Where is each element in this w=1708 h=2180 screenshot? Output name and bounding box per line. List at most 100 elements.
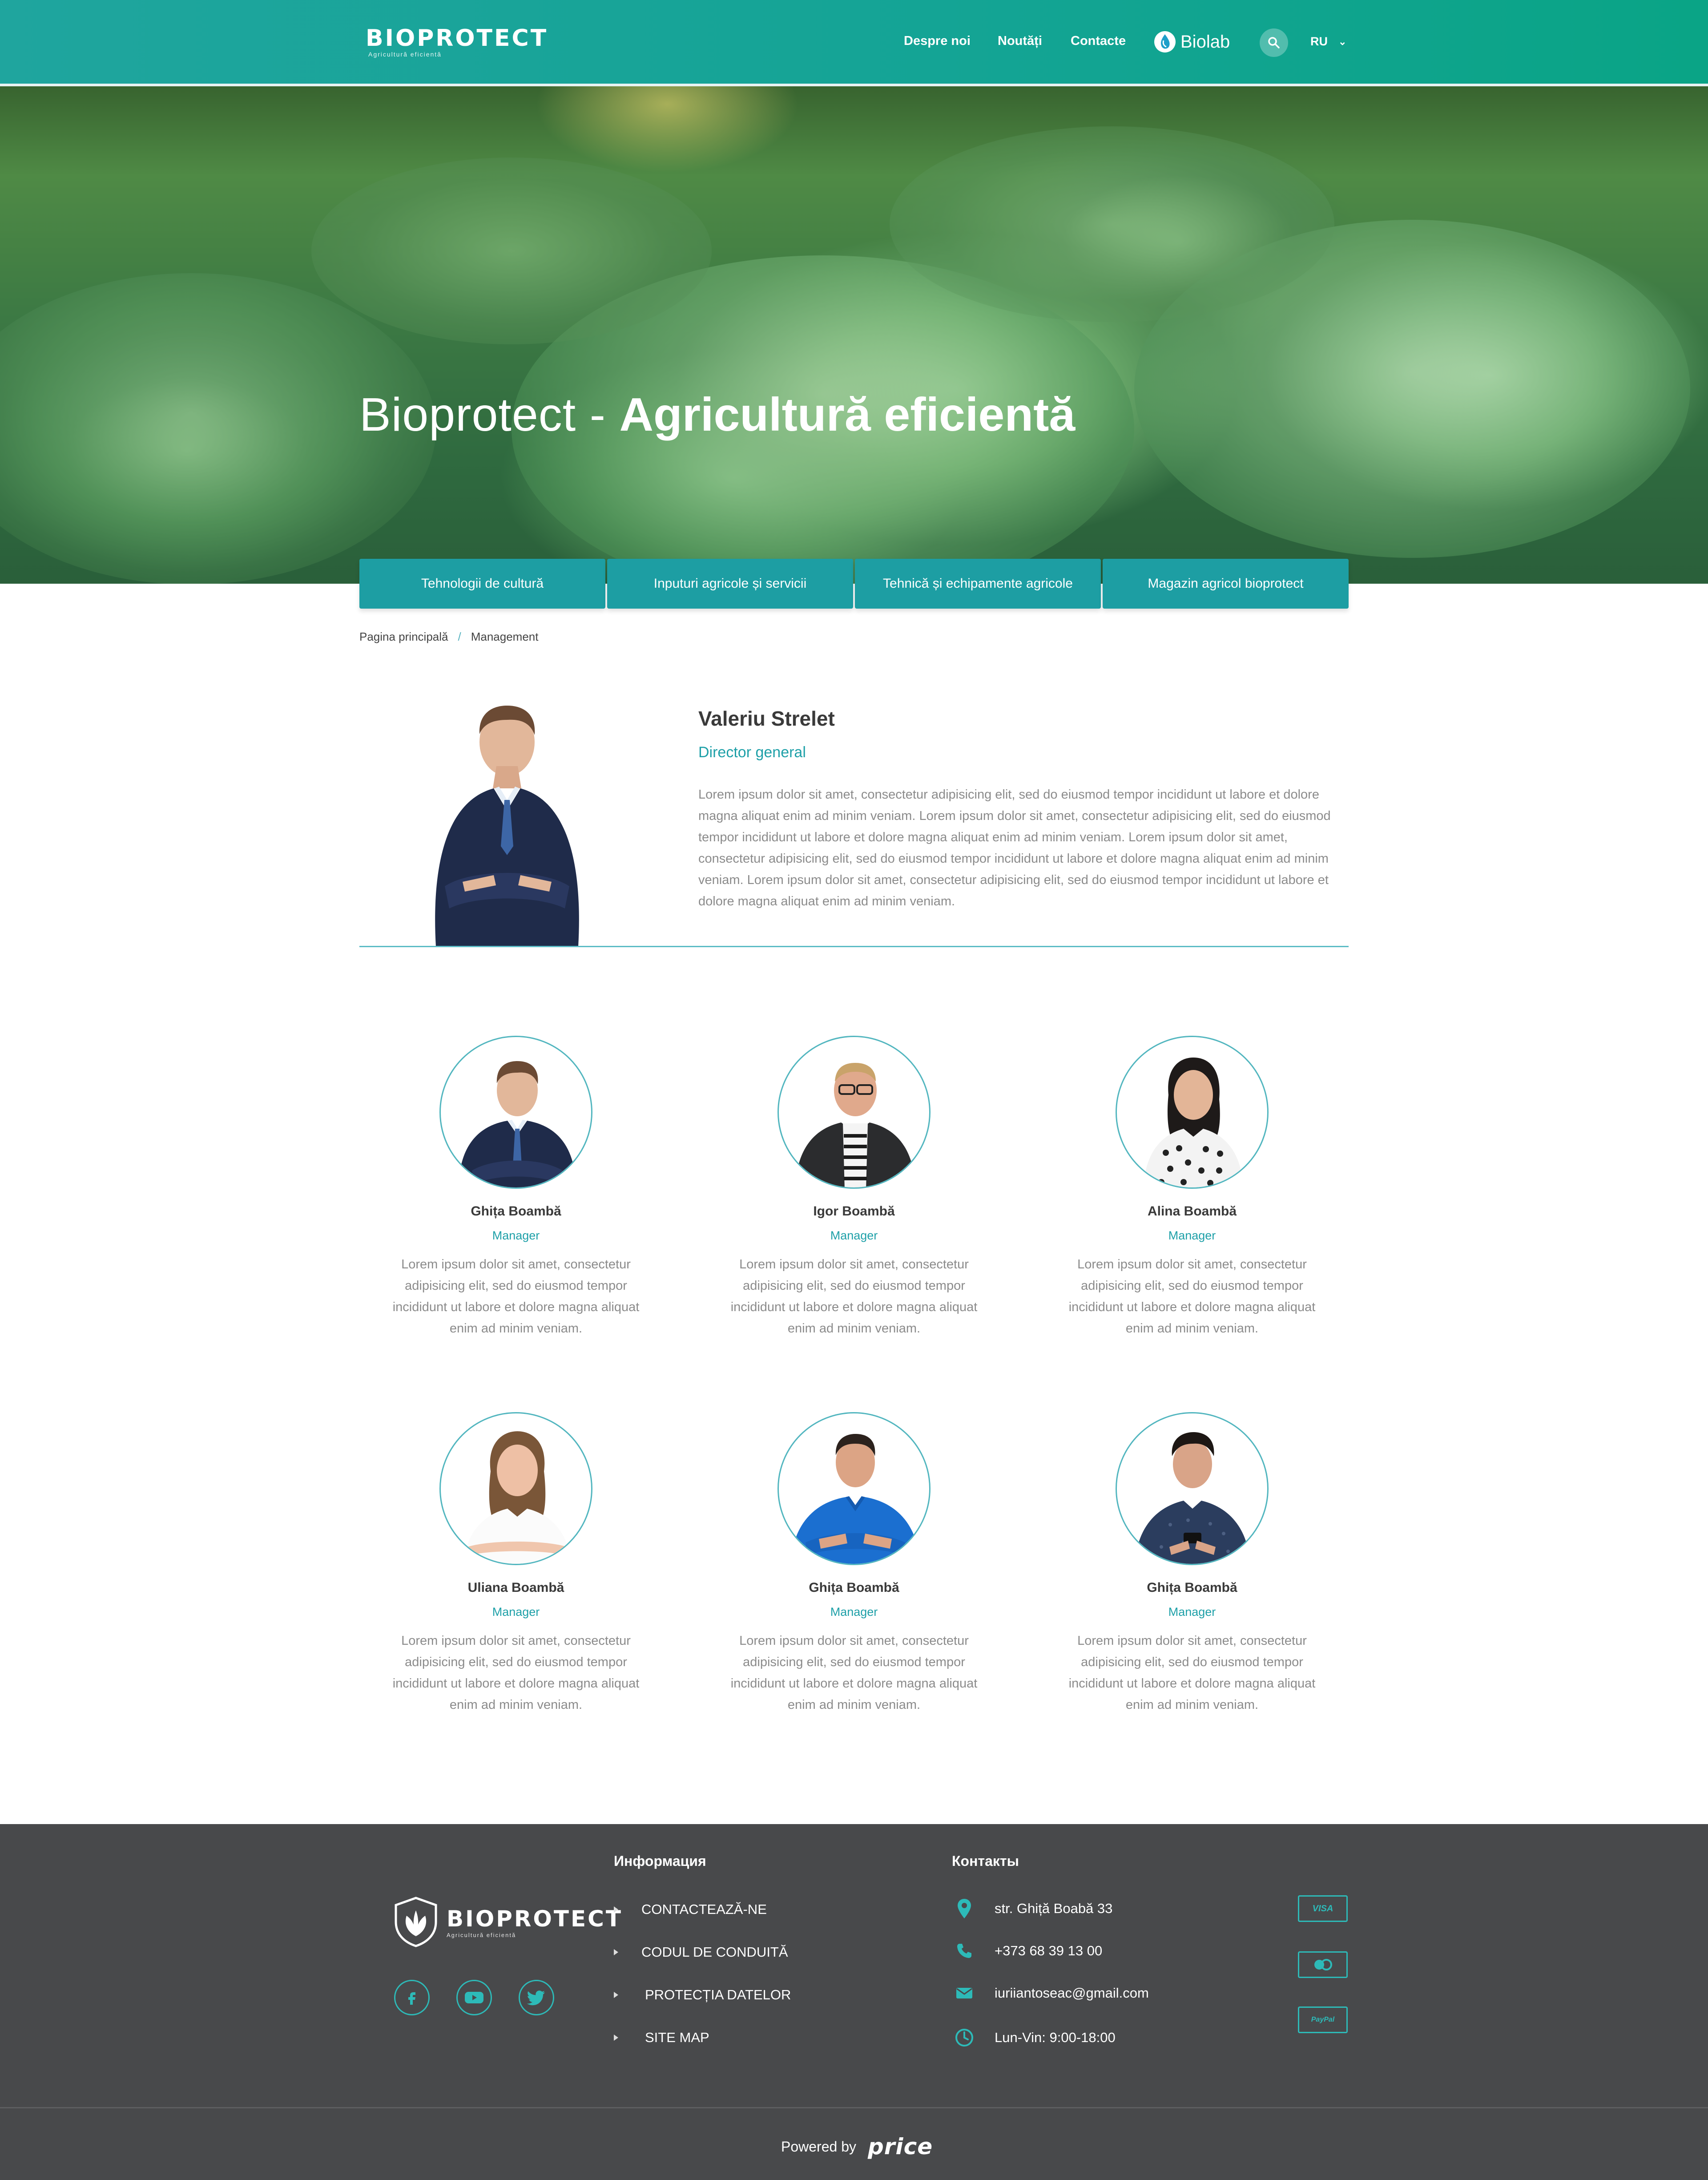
cabbage-leaf xyxy=(311,157,712,344)
youtube-icon xyxy=(465,1992,483,2003)
mastercard-badge xyxy=(1298,1951,1348,1978)
caret-right-icon xyxy=(614,1949,618,1955)
logo-tagline: Agricultură eficientă xyxy=(368,51,442,58)
team-member-role: Manager xyxy=(830,1229,878,1242)
team-member-name: Igor Boambă xyxy=(813,1204,895,1219)
team-avatar xyxy=(439,1412,592,1565)
hero-title: Bioprotect - Agricultură eficientă xyxy=(359,388,1075,441)
team-member-role: Manager xyxy=(1168,1229,1216,1242)
search-button[interactable] xyxy=(1260,28,1288,57)
footer-link-label: PROTECȚIA DATELOR xyxy=(645,1987,791,2002)
team-member-description: Lorem ipsum dolor sit amet, consectetur … xyxy=(730,1257,978,1336)
nav-noutati[interactable]: Noutăți xyxy=(998,34,1042,48)
logo-brand: BIOPROTECT xyxy=(366,25,548,52)
footer-link-privacy[interactable]: PROTECȚIA DATELOR xyxy=(614,1987,791,2003)
footer-link-conduct[interactable]: CODUL DE CONDUITĂ xyxy=(614,1944,788,1960)
card-circles-icon xyxy=(1314,1959,1332,1970)
footer-logo-tagline: Agricultură eficientă xyxy=(447,1931,516,1938)
nav-contacte[interactable]: Contacte xyxy=(1071,34,1126,48)
team-member-description: Lorem ipsum dolor sit amet, consectetur … xyxy=(392,1257,640,1336)
team-member-role: Manager xyxy=(492,1229,540,1242)
team-member-name: Ghița Boambă xyxy=(1147,1580,1237,1595)
contact-phone[interactable]: +373 68 39 13 00 xyxy=(952,1942,1102,1959)
breadcrumb-home[interactable]: Pagina principală xyxy=(359,630,448,644)
visa-badge: VISA xyxy=(1298,1895,1348,1922)
site-header: BIOPROTECT Agricultură eficientă Despre … xyxy=(0,0,1708,84)
mail-icon xyxy=(956,1988,972,1998)
director-name: Valeriu Strelet xyxy=(698,707,835,730)
caret-right-icon xyxy=(614,2035,618,2041)
biolab-link[interactable]: Biolab xyxy=(1153,28,1233,56)
contact-address-text: str. Ghiță Boabă 33 xyxy=(995,1901,1113,1916)
section-divider xyxy=(359,946,1349,947)
language-code: RU xyxy=(1310,35,1328,48)
hero-title-light: Bioprotect - xyxy=(359,388,620,441)
contact-email-text: iuriiantoseac@gmail.com xyxy=(995,1985,1149,2001)
director-photo xyxy=(435,706,579,947)
team-member-description: Lorem ipsum dolor sit amet, consectetur … xyxy=(392,1634,640,1712)
search-icon xyxy=(1268,37,1280,48)
biolab-label: Biolab xyxy=(1180,32,1230,52)
footer-logo-brand: BIOPROTECT xyxy=(447,1905,623,1932)
team-avatar xyxy=(777,1036,931,1189)
leaf-shield-icon xyxy=(395,1897,437,1947)
biolab-logo-icon xyxy=(1154,31,1176,52)
contact-email[interactable]: iuriiantoseac@gmail.com xyxy=(952,1985,1149,2001)
powered-by[interactable]: Powered by price xyxy=(781,2134,933,2160)
chevron-down-icon: ⌄ xyxy=(1338,36,1347,47)
team-member-role: Manager xyxy=(830,1605,878,1619)
team-member-role: Manager xyxy=(492,1605,540,1619)
caret-right-icon xyxy=(614,1992,618,1998)
category-nav: Tehnologii de cultură Inputuri agricole … xyxy=(359,559,1349,609)
caret-right-icon xyxy=(614,1906,618,1913)
footer-link-label: CODUL DE CONDUITĂ xyxy=(641,1944,788,1960)
powered-by-label: Powered by xyxy=(781,2138,856,2155)
team-member-role: Manager xyxy=(1168,1605,1216,1619)
nav-despre-noi[interactable]: Despre noi xyxy=(904,34,971,48)
facebook-icon xyxy=(408,1992,415,2005)
paypal-label: PayPal xyxy=(1311,2016,1335,2023)
category-button-inputuri[interactable]: Inputuri agricole și servicii xyxy=(607,559,853,609)
team-member-description: Lorem ipsum dolor sit amet, consectetur … xyxy=(1068,1257,1316,1336)
twitter-link[interactable] xyxy=(519,1980,554,2015)
contact-phone-text: +373 68 39 13 00 xyxy=(995,1943,1103,1958)
team-member-name: Alina Boambă xyxy=(1147,1204,1237,1219)
contact-hours-text: Lun-Vin: 9:00-18:00 xyxy=(995,2030,1116,2045)
clock-icon xyxy=(955,2029,973,2047)
breadcrumb-current: Management xyxy=(471,630,539,643)
team-member-description: Lorem ipsum dolor sit amet, consectetur … xyxy=(730,1634,978,1712)
twitter-icon xyxy=(527,1990,545,2006)
map-pin-icon xyxy=(958,1899,971,1918)
facebook-link[interactable] xyxy=(394,1980,430,2015)
breadcrumb: Pagina principală / Management xyxy=(359,630,538,644)
team-avatar xyxy=(777,1412,931,1565)
language-selector[interactable]: RU ⌄ xyxy=(1310,35,1346,48)
footer-info-heading: Информация xyxy=(614,1853,706,1869)
contact-hours: Lun-Vin: 9:00-18:00 xyxy=(952,2028,1116,2047)
team-member-name: Uliana Boambă xyxy=(467,1580,564,1595)
director-description: Lorem ipsum dolor sit amet, consectetur … xyxy=(698,787,1331,908)
hero-banner: Bioprotect - Agricultură eficientă xyxy=(0,86,1708,584)
category-button-magazin[interactable]: Magazin agricol bioprotect xyxy=(1103,559,1349,609)
team-member-name: Ghița Boambă xyxy=(809,1580,899,1595)
footer-link-label: SITE MAP xyxy=(645,2030,709,2045)
team-member-name: Ghița Boambă xyxy=(471,1204,561,1219)
footer-logo[interactable]: BIOPROTECT Agricultură eficientă xyxy=(391,1896,623,1948)
hero-title-bold: Agricultură eficientă xyxy=(619,388,1076,441)
footer-link-contact[interactable]: CONTACTEAZĂ-NE xyxy=(614,1901,767,1918)
site-footer xyxy=(0,1824,1708,2107)
team-member-description: Lorem ipsum dolor sit amet, consectetur … xyxy=(1068,1634,1316,1712)
category-button-tehnica[interactable]: Tehnică și echipamente agricole xyxy=(855,559,1101,609)
youtube-link[interactable] xyxy=(456,1980,492,2015)
cabbage-leaf xyxy=(890,126,1334,322)
category-button-tehnologii[interactable]: Tehnologii de cultură xyxy=(359,559,605,609)
footer-link-label: CONTACTEAZĂ-NE xyxy=(641,1901,767,1917)
paypal-badge: PayPal xyxy=(1298,2006,1348,2033)
price-logo: price xyxy=(867,2134,933,2160)
team-avatar xyxy=(439,1036,592,1189)
site-logo[interactable]: BIOPROTECT Agricultură eficientă xyxy=(359,16,546,68)
footer-link-sitemap[interactable]: SITE MAP xyxy=(614,2030,709,2046)
team-avatar xyxy=(1116,1036,1269,1189)
visa-label: VISA xyxy=(1312,1903,1333,1914)
team-avatar xyxy=(1116,1412,1269,1565)
